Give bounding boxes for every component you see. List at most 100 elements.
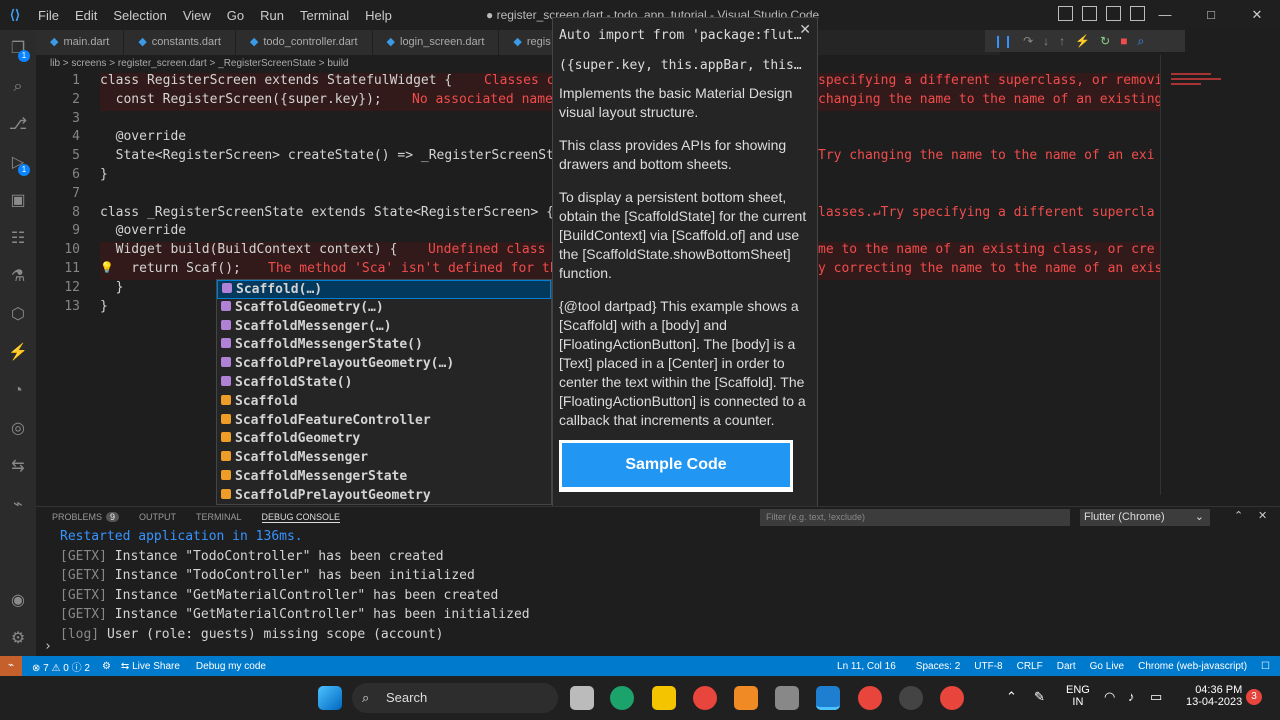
suggestion-item[interactable]: ScaffoldGeometry(…) (217, 299, 551, 318)
maximize-button[interactable]: □ (1188, 0, 1234, 30)
app-icon[interactable] (734, 686, 758, 710)
editor-tab[interactable]: ◆ todo_controller.dart (235, 30, 373, 55)
remote-indicator-icon[interactable]: ⌁ (0, 656, 22, 676)
close-icon[interactable]: ✕ (799, 20, 811, 39)
clock[interactable]: 04:36 PM 13-04-2023 (1186, 684, 1242, 708)
sample-code-button[interactable]: Sample Code (559, 440, 793, 492)
menu-item-selection[interactable]: Selection (113, 8, 166, 23)
suggestion-item[interactable]: ScaffoldPrelayoutGeometry(…) (217, 355, 551, 374)
suggestion-item[interactable]: ScaffoldState() (217, 374, 551, 393)
menu-item-run[interactable]: Run (260, 8, 284, 23)
code-line[interactable]: Widget build(BuildContext context) { (100, 242, 398, 257)
tab-problems[interactable]: PROBLEMS 9 (52, 512, 120, 522)
encoding-status[interactable]: UTF-8 (974, 661, 1002, 672)
menu-item-go[interactable]: Go (227, 8, 244, 23)
remote-explorer-icon[interactable]: ▣ (0, 182, 36, 220)
menu-item-terminal[interactable]: Terminal (300, 8, 349, 23)
suggestion-item[interactable]: ScaffoldMessengerState (217, 468, 551, 487)
menu-item-help[interactable]: Help (365, 8, 392, 23)
step-out-icon[interactable]: ↑ (1059, 34, 1065, 48)
toggle-sidebar-icon[interactable] (1058, 6, 1073, 21)
devtools-search-icon[interactable]: ⌕ (1137, 34, 1144, 49)
suggestion-item[interactable]: ScaffoldMessenger (217, 449, 551, 468)
suggestion-item[interactable]: ScaffoldFeatureController (217, 412, 551, 431)
tab-debug-console[interactable]: DEBUG CONSOLE (261, 512, 341, 523)
timeline-icon[interactable]: ◔ (0, 372, 36, 410)
indent-status[interactable]: Spaces: 2 (916, 661, 960, 672)
tray-chevron-icon[interactable]: ⌃ (1006, 689, 1017, 705)
language-status[interactable]: Dart (1057, 661, 1076, 672)
file-explorer-icon[interactable] (652, 686, 676, 710)
menu-item-file[interactable]: File (38, 8, 59, 23)
code-line[interactable]: State<RegisterScreen> createState() => _… (100, 148, 562, 163)
suggestion-item[interactable]: Scaffold(…) (217, 280, 551, 299)
gear-icon[interactable]: ⚙ (102, 661, 111, 672)
code-line[interactable]: @override (100, 223, 186, 238)
stop-icon[interactable]: ■ (1120, 34, 1127, 48)
lightbulb-icon[interactable]: 💡 (100, 261, 114, 274)
menu-item-edit[interactable]: Edit (75, 8, 97, 23)
remote-icon[interactable]: ⌁ (0, 486, 36, 524)
step-over-icon[interactable]: ↷ (1023, 34, 1033, 48)
app-icon[interactable] (775, 686, 799, 710)
device-status[interactable]: Chrome (web-javascript) (1138, 661, 1247, 672)
restart-icon[interactable]: ↻ (1100, 34, 1110, 48)
code-line[interactable]: class RegisterScreen extends StatefulWid… (100, 73, 452, 88)
vscode-icon[interactable] (816, 686, 840, 710)
github-icon[interactable]: ◎ (0, 410, 36, 448)
minimize-button[interactable]: — (1142, 0, 1188, 30)
breadcrumb[interactable]: lib > screens > register_screen.dart > _… (36, 55, 556, 73)
explorer-icon[interactable]: ❐ 1 (0, 30, 36, 68)
live-share-status[interactable]: ⇆ Live Share (121, 661, 180, 672)
eol-status[interactable]: CRLF (1017, 661, 1043, 672)
toggle-panel-icon[interactable] (1082, 6, 1097, 21)
editor-tab[interactable]: ◆ main.dart (36, 30, 125, 55)
extensions-icon[interactable]: ☷ (0, 220, 36, 258)
code-line[interactable]: } (100, 299, 108, 314)
task-view-icon[interactable] (570, 686, 594, 710)
debug-status[interactable]: Debug my code (196, 661, 266, 672)
close-panel-icon[interactable]: ✕ (1258, 509, 1267, 522)
hot-reload-icon[interactable]: ⚡ (1075, 34, 1090, 48)
code-line[interactable]: return Scaf(); (100, 261, 241, 276)
step-into-icon[interactable]: ↓ (1043, 34, 1049, 48)
problems-status[interactable]: ⊗ 7 ⚠ 0 ⓘ 2 (32, 659, 90, 674)
editor-tab[interactable]: ◆ login_screen.dart (372, 30, 500, 55)
suggestion-item[interactable]: ScaffoldMessenger(…) (217, 318, 551, 337)
suggestion-item[interactable]: Scaffold (217, 393, 551, 412)
code-line[interactable]: } (100, 167, 108, 182)
tab-terminal[interactable]: TERMINAL (196, 512, 242, 522)
filter-input[interactable]: Filter (e.g. text, !exclude) (760, 509, 1070, 526)
suggestion-item[interactable]: ScaffoldMessengerState() (217, 336, 551, 355)
notifications-icon[interactable]: ☐ (1261, 661, 1270, 672)
live-share-icon[interactable]: ⇆ (0, 448, 36, 486)
account-icon[interactable]: ◉ (0, 582, 36, 620)
console-prompt-icon[interactable]: › (44, 639, 52, 654)
app-icon[interactable] (899, 686, 923, 710)
toggle-secondary-sidebar-icon[interactable] (1106, 6, 1121, 21)
battery-icon[interactable]: ▭ (1150, 689, 1162, 705)
minimap[interactable] (1160, 55, 1280, 495)
python-icon[interactable]: ⬡ (0, 296, 36, 334)
pen-icon[interactable]: ✎ (1034, 689, 1045, 705)
pause-icon[interactable]: ❙❙ (993, 34, 1013, 48)
taskbar-search[interactable]: ⌕ Search (352, 683, 558, 713)
close-window-button[interactable]: ✕ (1234, 0, 1280, 30)
wifi-icon[interactable]: ◠ (1104, 689, 1115, 705)
code-line[interactable]: class _RegisterScreenState extends State… (100, 205, 554, 220)
language-indicator[interactable]: ENG IN (1066, 684, 1090, 708)
suggestion-widget[interactable]: Scaffold(…) ScaffoldGeometry(…) ScaffoldMe… (216, 279, 552, 505)
edge-icon[interactable] (610, 686, 634, 710)
go-live-button[interactable]: Go Live (1090, 661, 1124, 672)
code-line[interactable]: } (100, 280, 124, 295)
chrome-icon[interactable] (858, 686, 882, 710)
chrome-icon[interactable] (940, 686, 964, 710)
windows-start-icon[interactable] (318, 686, 342, 710)
suggestion-item[interactable]: ScaffoldGeometry (217, 430, 551, 449)
lightning-icon[interactable]: ⚡ (0, 334, 36, 372)
code-line[interactable]: const RegisterScreen({super.key}); (100, 92, 382, 107)
notification-badge[interactable]: 3 (1246, 689, 1262, 705)
debug-session-select[interactable]: Flutter (Chrome) ⌄ (1080, 509, 1210, 526)
source-control-icon[interactable]: ⎇ (0, 106, 36, 144)
settings-gear-icon[interactable]: ⚙ (0, 620, 36, 658)
